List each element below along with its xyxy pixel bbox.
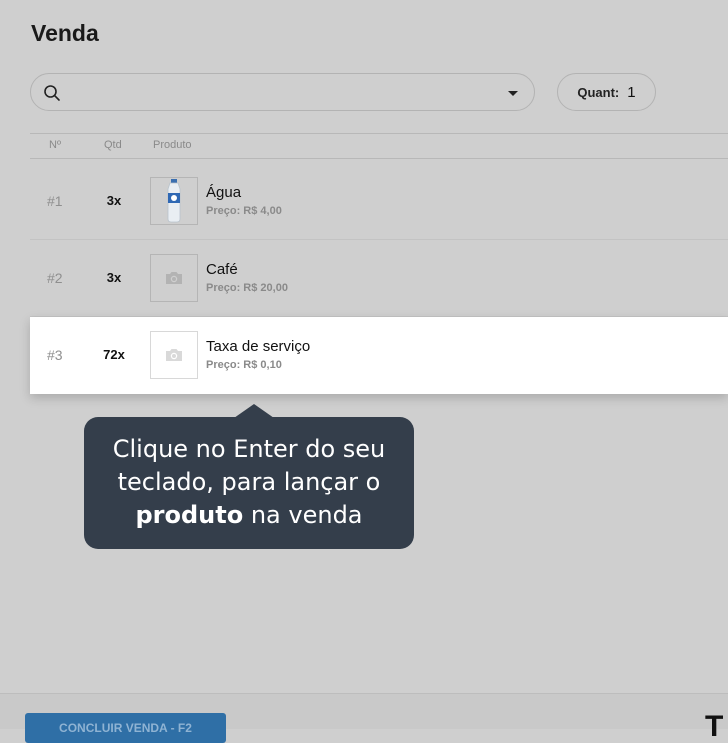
row-quantity: 3x: [106, 193, 122, 208]
product-name: Taxa de serviço: [206, 338, 311, 355]
table-row[interactable]: #2 3x Café Preço: R$ 20,00: [30, 240, 728, 317]
product-image: [150, 177, 198, 225]
product-price: Preço: R$ 4,00: [206, 205, 282, 217]
tooltip-line-3: produto na venda: [84, 499, 414, 532]
product-image: [150, 254, 198, 302]
conclude-sale-button[interactable]: CONCLUIR VENDA - F2: [25, 713, 226, 743]
table-row[interactable]: #1 3x Água Preço: R$ 4,00: [30, 163, 728, 240]
product-price: Preço: R$ 0,10: [206, 359, 282, 371]
camera-icon: [166, 272, 182, 284]
tooltip-bold-text: produto: [135, 501, 244, 529]
search-input[interactable]: [71, 80, 495, 106]
onboarding-tooltip: Clique no Enter do seu teclado, para lan…: [84, 404, 414, 549]
chevron-down-icon[interactable]: [508, 91, 518, 96]
product-search-combobox[interactable]: [30, 73, 535, 111]
quantity-field[interactable]: Quant: 1: [557, 73, 656, 111]
table-header: Nº Qtd Produto: [30, 133, 728, 159]
row-quantity: 72x: [103, 347, 125, 362]
product-name: Café: [206, 261, 238, 278]
header-quantity: Qtd: [104, 139, 122, 151]
camera-icon: [166, 349, 182, 361]
quantity-label: Quant:: [577, 84, 620, 100]
tooltip-tail-text: na venda: [243, 501, 363, 529]
product-price: Preço: R$ 20,00: [206, 282, 288, 294]
tooltip-line-1: Clique no Enter do seu: [112, 435, 386, 463]
water-bottle-icon: [167, 179, 181, 223]
quantity-value[interactable]: 1: [627, 84, 635, 101]
row-number: #1: [47, 193, 63, 209]
table-row-highlighted[interactable]: #3 72x Taxa de serviço Preço: R$ 0,10: [30, 317, 728, 394]
total-label: T: [705, 710, 724, 743]
search-icon: [44, 85, 60, 101]
header-product: Produto: [153, 139, 192, 151]
product-name: Água: [206, 184, 242, 201]
tooltip-line-2: teclado, para lançar o: [117, 468, 381, 496]
row-number: #2: [47, 270, 63, 286]
page-title: Venda: [31, 20, 99, 46]
row-quantity: 3x: [106, 270, 122, 285]
tooltip-arrow: [234, 404, 274, 418]
header-number: Nº: [49, 139, 61, 151]
product-image: [150, 331, 198, 379]
row-number: #3: [47, 347, 63, 363]
